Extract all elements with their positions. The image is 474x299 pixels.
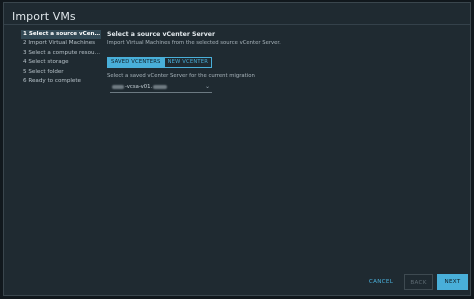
- vcenter-select-value-text: -vcsa-v01.: [125, 84, 153, 90]
- step-ready-to-complete[interactable]: 6 Ready to complete: [21, 77, 101, 86]
- cancel-button[interactable]: CANCEL: [363, 274, 399, 290]
- source-tabs: SAVED VCENTERS NEW VCENTER: [107, 57, 213, 68]
- step-select-source-vcenter[interactable]: 1 Select a source vCenter ...: [21, 30, 101, 39]
- redacted-text: [112, 84, 124, 89]
- title-divider: [4, 24, 470, 25]
- back-button[interactable]: BACK: [404, 274, 433, 290]
- dialog-title: Import VMs: [12, 10, 76, 23]
- step-select-compute-resource[interactable]: 3 Select a compute resource: [21, 49, 101, 58]
- step-content: Select a source vCenter Server Import Vi…: [107, 30, 437, 47]
- redacted-text: [153, 84, 168, 89]
- import-vms-dialog: Import VMs 1 Select a source vCenter ...…: [3, 2, 471, 296]
- select-hint: Select a saved vCenter Server for the cu…: [107, 73, 255, 79]
- content-subtitle: Import Virtual Machines from the selecte…: [107, 40, 281, 46]
- chevron-down-icon: ⌄: [204, 83, 210, 90]
- tab-saved-vcenters[interactable]: SAVED VCENTERS: [107, 57, 165, 68]
- step-import-virtual-machines[interactable]: 2 Import Virtual Machines: [21, 39, 101, 48]
- tab-new-vcenter[interactable]: NEW VCENTER: [164, 57, 213, 68]
- wizard-steps: 1 Select a source vCenter ... 2 Import V…: [21, 30, 101, 86]
- content-title: Select a source vCenter Server: [107, 31, 216, 38]
- step-select-folder[interactable]: 5 Select folder: [21, 68, 101, 77]
- step-select-storage[interactable]: 4 Select storage: [21, 58, 101, 67]
- vcenter-select-value: -vcsa-v01.: [112, 83, 168, 91]
- vcenter-select[interactable]: -vcsa-v01. ⌄: [110, 82, 212, 93]
- next-button[interactable]: NEXT: [437, 274, 468, 290]
